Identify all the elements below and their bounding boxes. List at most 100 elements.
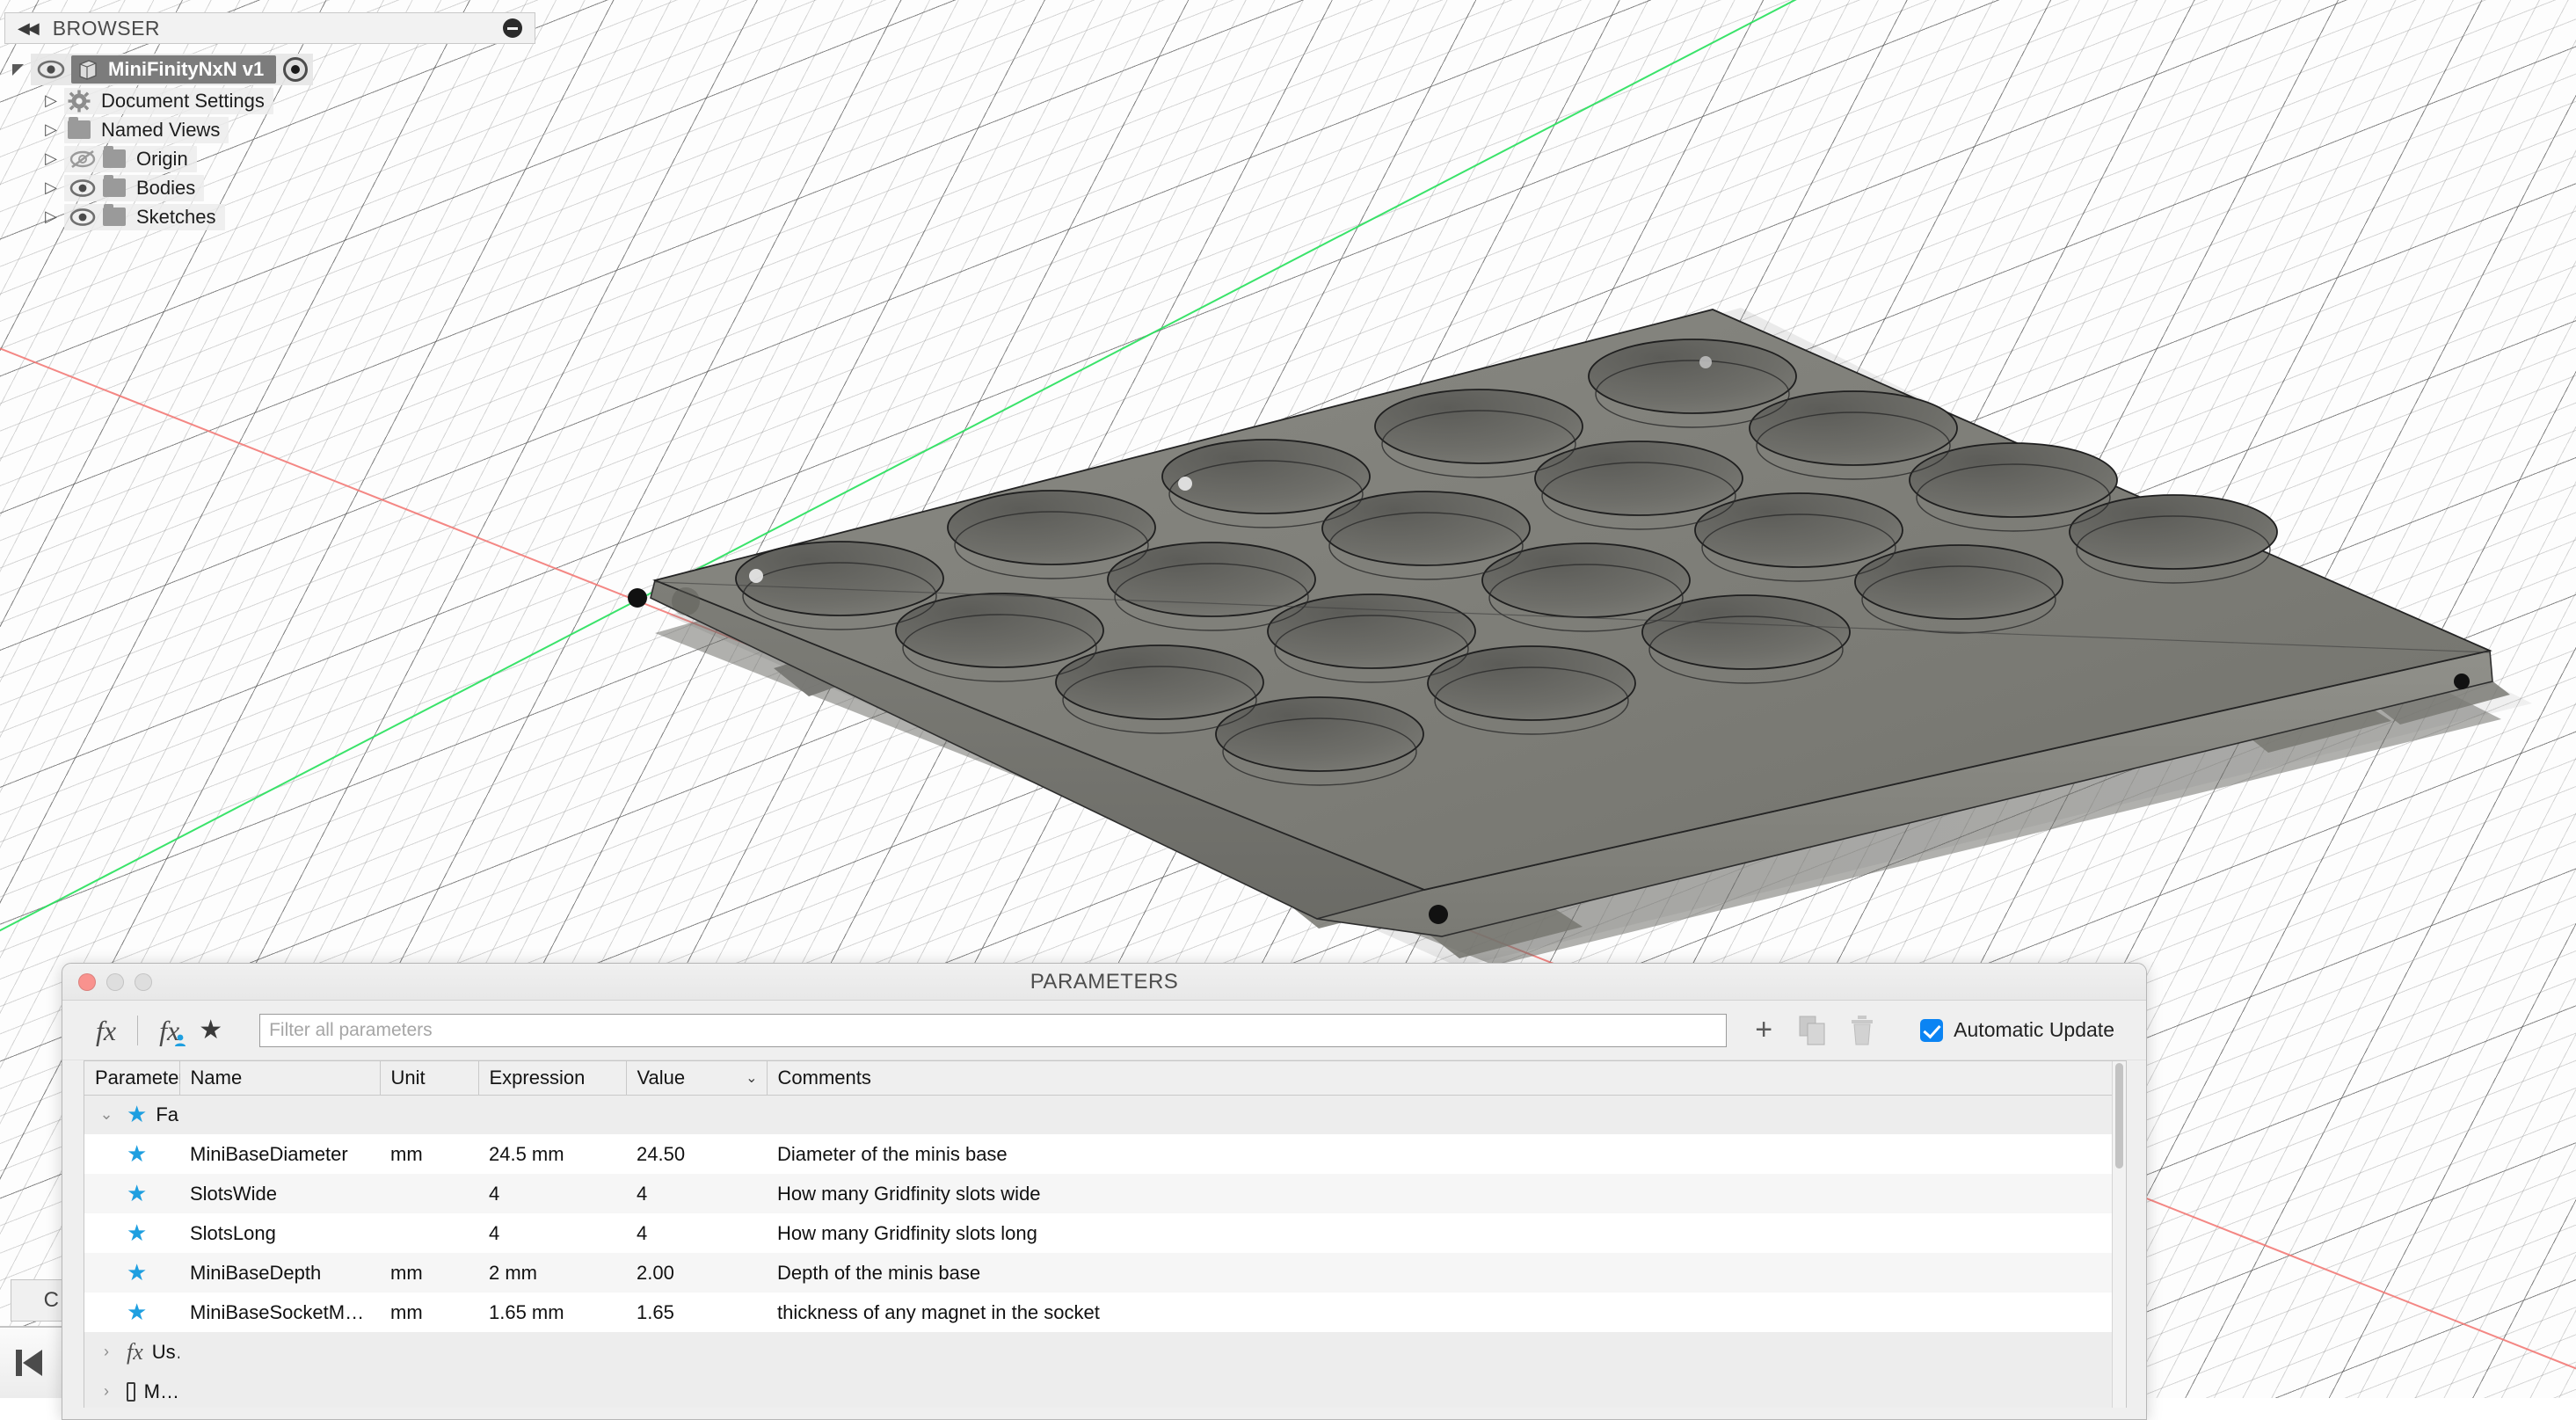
parameters-toolbar[interactable]: fx fx ★ + Automatic Update xyxy=(62,1001,2146,1060)
expand-arrow-icon[interactable]: ▷ xyxy=(38,120,64,139)
cell-comment[interactable]: How many Gridfinity slots wide xyxy=(767,1174,2127,1213)
cell-expression[interactable]: 4 xyxy=(478,1174,626,1213)
column-header-name[interactable]: Name xyxy=(179,1061,380,1095)
star-icon[interactable]: ★ xyxy=(127,1259,147,1286)
table-row[interactable]: ★ MiniBaseDiameter mm 24.5 mm 24.50 Diam… xyxy=(84,1134,2127,1174)
cell-expression[interactable]: 2 mm xyxy=(478,1253,626,1293)
timeline-bar[interactable] xyxy=(0,1326,62,1398)
table-group-row-user-parameters[interactable]: › fx Us… xyxy=(84,1332,2127,1372)
add-parameter-button[interactable]: + xyxy=(1739,1011,1788,1050)
table-row[interactable]: ★ MiniBaseSocketM… mm 1.65 mm 1.65 thick… xyxy=(84,1293,2127,1332)
cell-unit[interactable] xyxy=(380,1213,478,1253)
table-row[interactable]: ★ SlotsWide 4 4 How many Gridfinity slot… xyxy=(84,1174,2127,1213)
column-header-parameter[interactable]: Parameter xyxy=(84,1061,179,1095)
eye-icon[interactable] xyxy=(36,60,66,79)
parameters-table-body[interactable]: ⌄ ★ Fa… ★ MiniBaseDiameter mm 24.5 mm 24… xyxy=(84,1095,2127,1408)
parameters-table[interactable]: Parameter Name Unit Expression Value ⌄ C… xyxy=(84,1061,2127,1408)
group-label: Us… xyxy=(152,1341,179,1364)
cell-unit[interactable] xyxy=(380,1174,478,1213)
column-header-comments[interactable]: Comments xyxy=(767,1061,2127,1095)
tree-row-named-views[interactable]: ▷ Named Views xyxy=(4,115,535,144)
column-header-value-label: Value xyxy=(637,1067,686,1089)
copy-icon[interactable] xyxy=(1788,1011,1837,1050)
parameters-dialog[interactable]: PARAMETERS fx fx ★ + Automatic Update xyxy=(62,963,2147,1420)
star-icon[interactable]: ★ xyxy=(127,1220,147,1247)
cube-icon xyxy=(127,1382,135,1402)
expand-arrow-icon[interactable]: ▷ xyxy=(38,91,64,110)
cell-value: 4 xyxy=(626,1213,767,1253)
tree-row-bodies[interactable]: ▷ Bodies xyxy=(4,173,535,202)
cell-unit[interactable]: mm xyxy=(380,1134,478,1174)
tree-root-label-box[interactable]: MiniFinityNxN v1 xyxy=(71,55,276,84)
triangle-collapse-icon[interactable] xyxy=(4,58,31,81)
column-header-expression[interactable]: Expression xyxy=(478,1061,626,1095)
expand-arrow-icon[interactable]: ▷ xyxy=(38,178,64,197)
trash-icon[interactable] xyxy=(1837,1011,1887,1050)
cell-expression[interactable]: 24.5 mm xyxy=(478,1134,626,1174)
browser-panel-header[interactable]: ◀◀ BROWSER xyxy=(4,12,535,44)
cell-unit[interactable]: mm xyxy=(380,1253,478,1293)
browser-panel[interactable]: ◀◀ BROWSER MiniFinityNxN v1 ▷ xyxy=(4,12,535,231)
cell-value: 1.65 xyxy=(626,1293,767,1332)
fx-icon[interactable]: fx xyxy=(84,1016,128,1045)
star-icon[interactable]: ★ xyxy=(127,1180,147,1207)
cell-name[interactable]: MiniBaseSocketM… xyxy=(179,1293,380,1332)
tree-row-sketches[interactable]: ▷ Sketches xyxy=(4,202,535,231)
cell-name[interactable]: SlotsLong xyxy=(179,1213,380,1253)
disclosure-collapsed-icon[interactable]: › xyxy=(95,1343,118,1361)
group-label: M… xyxy=(144,1380,179,1403)
scrollbar-thumb[interactable] xyxy=(2115,1063,2123,1169)
tree-row-document-settings[interactable]: ▷ Document Settings xyxy=(4,86,535,115)
collapse-left-icon[interactable]: ◀◀ xyxy=(18,19,37,38)
folder-icon xyxy=(68,120,91,139)
eye-hidden-icon[interactable] xyxy=(68,149,98,169)
star-icon[interactable]: ★ xyxy=(127,1299,147,1326)
column-header-unit[interactable]: Unit xyxy=(380,1061,478,1095)
star-icon[interactable]: ★ xyxy=(127,1140,147,1168)
tree-row-root[interactable]: MiniFinityNxN v1 xyxy=(4,53,535,86)
table-vertical-scrollbar[interactable] xyxy=(2112,1061,2126,1408)
minimize-icon[interactable] xyxy=(503,18,522,38)
y-axis-line xyxy=(637,0,2511,601)
table-group-row-model-parameters[interactable]: › M… xyxy=(84,1372,2127,1408)
filter-input[interactable] xyxy=(259,1014,1727,1047)
tree-root-label: MiniFinityNxN v1 xyxy=(108,58,264,81)
fx-user-parameter-icon[interactable]: fx xyxy=(147,1016,190,1045)
cell-name[interactable]: SlotsWide xyxy=(179,1174,380,1213)
table-group-row-favorites[interactable]: ⌄ ★ Fa… xyxy=(84,1095,2127,1134)
tree-row-origin[interactable]: ▷ Origin xyxy=(4,144,535,173)
partial-button-label: C xyxy=(44,1288,59,1313)
browser-tree[interactable]: MiniFinityNxN v1 ▷ Document Settings ▷ N… xyxy=(4,53,535,231)
cell-comment[interactable]: Depth of the minis base xyxy=(767,1253,2127,1293)
eye-icon[interactable] xyxy=(68,178,98,198)
tree-item-label: Origin xyxy=(136,148,188,171)
cell-comment[interactable]: Diameter of the minis base xyxy=(767,1134,2127,1174)
cell-unit[interactable]: mm xyxy=(380,1293,478,1332)
disclosure-expanded-icon[interactable]: ⌄ xyxy=(95,1105,118,1124)
cell-comment[interactable]: thickness of any magnet in the socket xyxy=(767,1293,2127,1332)
eye-icon[interactable] xyxy=(68,208,98,227)
table-row[interactable]: ★ MiniBaseDepth mm 2 mm 2.00 Depth of th… xyxy=(84,1253,2127,1293)
radio-selected-icon[interactable] xyxy=(283,57,308,82)
chevron-down-icon[interactable]: ⌄ xyxy=(746,1069,757,1087)
skip-to-start-icon[interactable] xyxy=(16,1350,46,1376)
cell-expression[interactable]: 4 xyxy=(478,1213,626,1253)
checkbox-icon[interactable] xyxy=(1920,1019,1943,1042)
tree-item-label: Named Views xyxy=(101,119,220,142)
cell-name[interactable]: MiniBaseDiameter xyxy=(179,1134,380,1174)
cell-expression[interactable]: 1.65 mm xyxy=(478,1293,626,1332)
gear-icon xyxy=(68,90,91,113)
column-header-value[interactable]: Value ⌄ xyxy=(626,1061,767,1095)
table-row[interactable]: ★ SlotsLong 4 4 How many Gridfinity slot… xyxy=(84,1213,2127,1253)
folder-icon xyxy=(103,208,126,226)
cell-name[interactable]: MiniBaseDepth xyxy=(179,1253,380,1293)
expand-arrow-icon[interactable]: ▷ xyxy=(38,208,64,226)
cell-comment[interactable]: How many Gridfinity slots long xyxy=(767,1213,2127,1253)
expand-arrow-icon[interactable]: ▷ xyxy=(38,149,64,168)
parameters-titlebar[interactable]: PARAMETERS xyxy=(62,964,2146,1001)
partial-toolbar-button[interactable]: C xyxy=(11,1279,65,1322)
favorite-star-icon[interactable]: ★ xyxy=(199,1017,222,1044)
parameters-table-container[interactable]: Parameter Name Unit Expression Value ⌄ C… xyxy=(84,1060,2127,1408)
cell-value: 4 xyxy=(626,1174,767,1213)
automatic-update-checkbox[interactable]: Automatic Update xyxy=(1920,1018,2114,1042)
